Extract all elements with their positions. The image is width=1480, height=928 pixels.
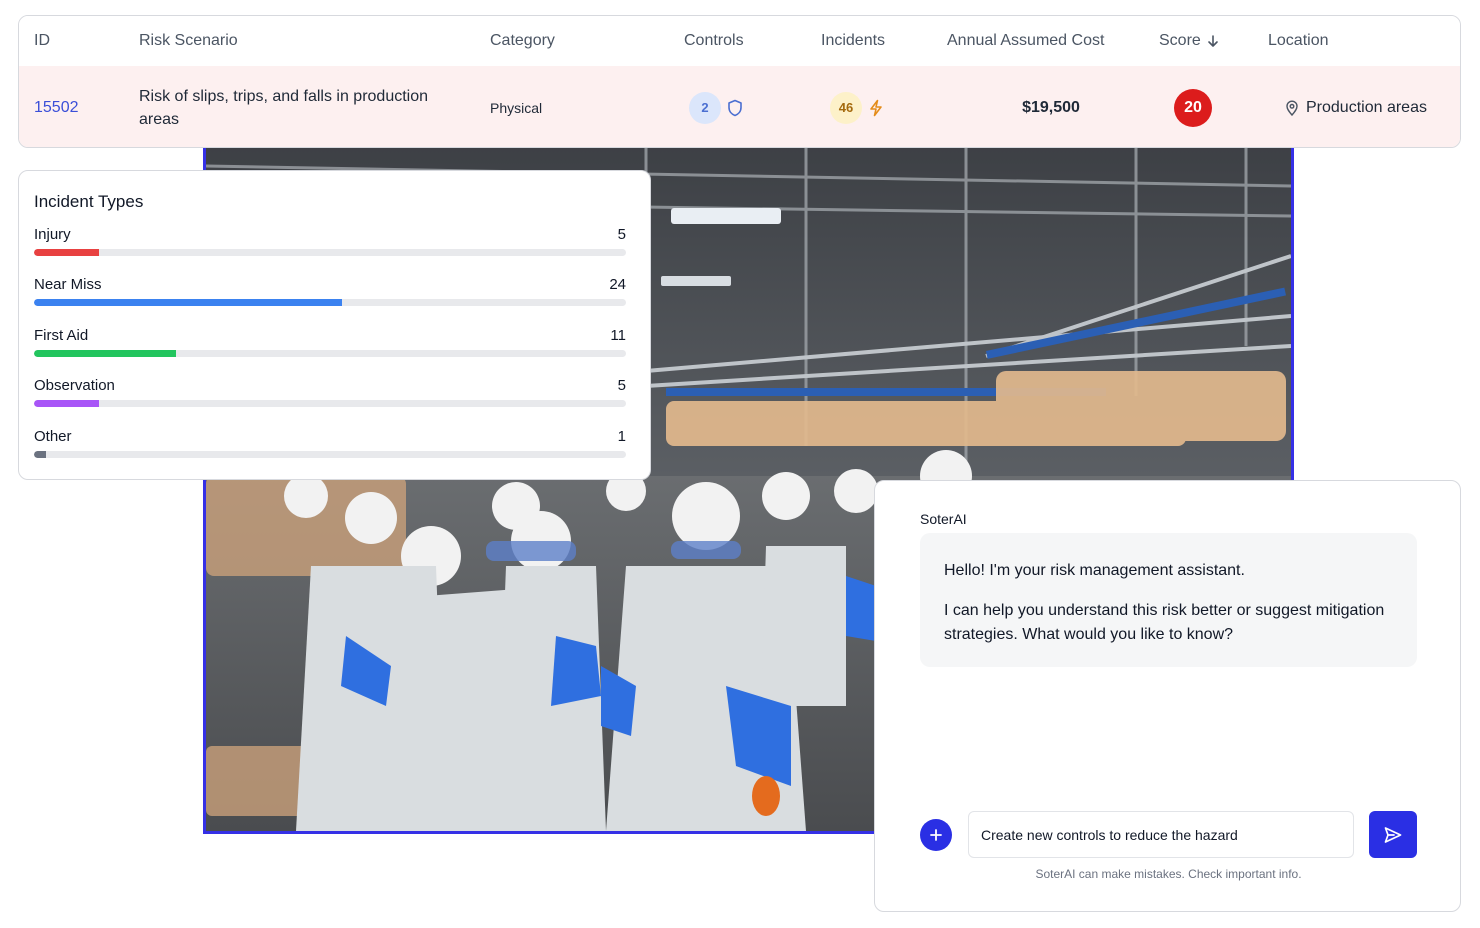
incident-type-label: Observation <box>34 377 115 394</box>
header-controls[interactable]: Controls <box>684 16 744 66</box>
row-location-cell: Production areas <box>1285 66 1427 147</box>
assistant-name: SoterAI <box>920 511 967 527</box>
incident-progress-fill <box>34 400 100 407</box>
header-controls-label: Controls <box>684 32 744 49</box>
row-incidents-cell[interactable]: 46 <box>830 66 884 147</box>
assistant-message-greeting: Hello! I'm your risk management assistan… <box>944 562 1245 579</box>
table-row[interactable]: 15502 Risk of slips, trips, and falls in… <box>19 66 1460 147</box>
header-incidents[interactable]: Incidents <box>821 16 885 66</box>
incident-progress-track <box>34 249 626 256</box>
incident-progress-fill <box>34 299 342 306</box>
header-location[interactable]: Location <box>1268 16 1329 66</box>
chat-disclaimer: SoterAI can make mistakes. Check importa… <box>1035 867 1302 881</box>
incident-type-injury: Injury 5 <box>34 226 626 266</box>
header-annual-assumed-cost[interactable]: Annual Assumed Cost <box>947 16 1104 66</box>
send-icon <box>1384 826 1402 843</box>
assistant-message-offer: I can help you understand this risk bett… <box>944 602 1385 643</box>
incident-type-count: 5 <box>617 377 626 394</box>
header-score-label: Score <box>1159 32 1201 49</box>
lightning-icon <box>868 99 884 117</box>
add-attachment-button[interactable] <box>920 819 952 851</box>
row-controls-cell[interactable]: 2 <box>689 66 743 147</box>
shield-icon <box>727 99 743 117</box>
incident-progress-track <box>34 299 626 306</box>
incident-type-other: Other 1 <box>34 428 626 468</box>
incident-progress-track <box>34 400 626 407</box>
soterai-chat-panel: SoterAI Hello! I'm your risk management … <box>874 480 1461 912</box>
row-id-cell: 15502 <box>34 66 79 147</box>
score-badge: 20 <box>1174 88 1212 127</box>
incident-type-observation: Observation 5 <box>34 377 626 417</box>
row-cost-cell: $19,500 <box>947 66 1155 147</box>
header-cost-label: Annual Assumed Cost <box>947 32 1105 49</box>
row-category-cell: Physical <box>490 66 543 147</box>
incident-types-card: Incident Types Injury 5 Near Miss 24 Fir… <box>18 170 651 480</box>
header-risk-scenario[interactable]: Risk Scenario <box>139 16 469 66</box>
incident-type-label: Other <box>34 428 72 445</box>
incident-progress-fill <box>34 249 100 256</box>
incident-type-count: 5 <box>617 226 626 243</box>
risk-id-link[interactable]: 15502 <box>34 99 79 117</box>
incident-progress-track <box>34 451 626 458</box>
row-score-cell: 20 <box>1174 66 1212 147</box>
annual-cost-value: $19,500 <box>1022 98 1080 116</box>
incident-type-count: 1 <box>617 428 626 445</box>
incident-type-count: 24 <box>609 276 626 293</box>
risk-table: ID Risk Scenario Category Controls Incid… <box>18 15 1461 148</box>
incidents-count-badge[interactable]: 46 <box>830 91 862 124</box>
chat-message-input[interactable] <box>968 811 1354 858</box>
incident-type-label: Near Miss <box>34 276 102 293</box>
location-text: Production areas <box>1306 98 1427 116</box>
controls-count-badge[interactable]: 2 <box>689 91 721 124</box>
plus-icon <box>930 829 942 841</box>
incident-type-first-aid: First Aid 11 <box>34 327 626 367</box>
map-pin-icon <box>1285 100 1299 116</box>
risk-scenario-text: Risk of slips, trips, and falls in produ… <box>139 87 429 128</box>
incident-type-count: 11 <box>610 327 626 344</box>
location-value: Production areas <box>1285 99 1427 117</box>
header-score[interactable]: Score <box>1159 16 1220 66</box>
incident-progress-fill <box>34 451 46 458</box>
incident-progress-track <box>34 350 626 357</box>
incident-types-title: Incident Types <box>34 192 144 211</box>
table-header: ID Risk Scenario Category Controls Incid… <box>19 16 1460 66</box>
assistant-message-bubble: Hello! I'm your risk management assistan… <box>920 533 1417 667</box>
risk-category-text: Physical <box>490 99 543 116</box>
incident-type-label: Injury <box>34 226 71 243</box>
send-button[interactable] <box>1369 811 1417 858</box>
incident-progress-fill <box>34 350 177 357</box>
incident-type-label: First Aid <box>34 327 89 344</box>
header-incidents-label: Incidents <box>821 32 886 49</box>
header-id[interactable]: ID <box>34 16 50 66</box>
incident-type-near-miss: Near Miss 24 <box>34 276 626 316</box>
row-scenario-cell: Risk of slips, trips, and falls in produ… <box>139 66 469 147</box>
header-category[interactable]: Category <box>490 16 555 66</box>
arrow-down-icon[interactable] <box>1206 34 1220 48</box>
